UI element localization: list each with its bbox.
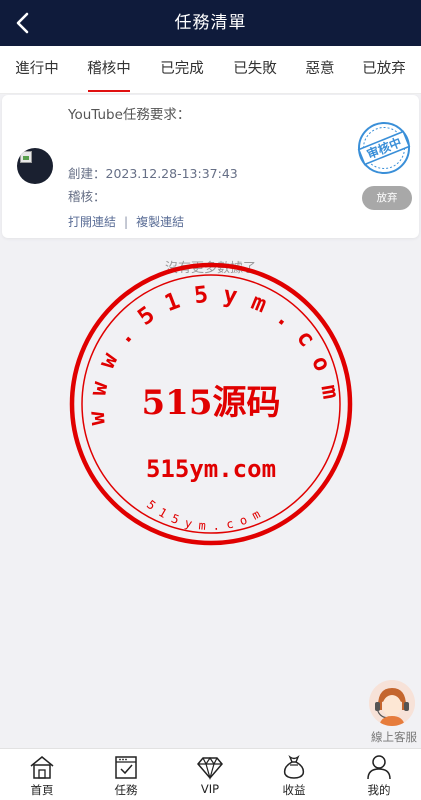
- diamond-icon: [197, 756, 223, 780]
- broken-image-icon: [20, 151, 32, 163]
- tab-failed[interactable]: 已失敗: [220, 46, 290, 93]
- bottom-nav: 首頁 任務 VIP 收益 我的: [0, 748, 421, 800]
- nav-vip[interactable]: VIP: [168, 749, 252, 800]
- abandon-button[interactable]: 放弃: [362, 186, 412, 210]
- copy-link[interactable]: 複製連結: [136, 215, 184, 229]
- tab-under-review[interactable]: 稽核中: [74, 46, 144, 93]
- nav-income-label: 收益: [282, 783, 306, 797]
- tab-malicious[interactable]: 惡意: [285, 46, 355, 93]
- nav-task[interactable]: 任務: [84, 749, 168, 800]
- user-icon: [367, 755, 391, 780]
- watermark-domain-text: 515ym.com: [146, 455, 276, 483]
- task-links: 打開連結 | 複製連結: [68, 213, 184, 230]
- header-bar: 任務清單: [0, 0, 421, 46]
- svg-text:5 1 5 y m . c o m: 5 1 5 y m . c o m: [144, 497, 262, 533]
- avatar: [17, 148, 53, 184]
- nav-mine[interactable]: 我的: [337, 749, 421, 800]
- tab-abandoned[interactable]: 已放弃: [349, 46, 419, 93]
- task-card: YouTube任務要求： 創建：2023.12.28-13:37:43 稽核： …: [2, 95, 419, 238]
- status-tabs: 進行中 稽核中 已完成 已失敗 惡意 已放弃: [0, 46, 421, 94]
- nav-task-label: 任務: [114, 783, 138, 797]
- stamp-text: 审核中: [364, 134, 403, 161]
- open-link[interactable]: 打開連結: [68, 215, 116, 229]
- online-service-label: 線上客服: [371, 730, 417, 744]
- nav-mine-label: 我的: [367, 783, 391, 797]
- customer-service-icon: [369, 680, 415, 726]
- created-time: 創建：2023.12.28-13:37:43: [68, 166, 238, 181]
- watermark-stamp: w w w . 5 1 5 y m . c o m 515源码 515ym.co…: [69, 262, 353, 546]
- online-service-button[interactable]: 線上客服: [364, 680, 420, 746]
- tab-in-progress[interactable]: 進行中: [2, 46, 72, 93]
- under-review-stamp-icon: 审核中: [357, 122, 411, 174]
- home-icon: [30, 756, 54, 779]
- watermark-bottom-text: 5 1 5 y m . c o m: [144, 497, 262, 533]
- money-bag-icon: [283, 754, 305, 779]
- nav-home[interactable]: 首頁: [0, 749, 84, 800]
- task-requirement: YouTube任務要求：: [68, 107, 191, 123]
- watermark-center-text: 515源码: [142, 383, 281, 423]
- tab-completed[interactable]: 已完成: [147, 46, 217, 93]
- nav-home-label: 首頁: [30, 783, 54, 797]
- task-icon: [115, 756, 137, 779]
- audit-label: 稽核：: [68, 189, 106, 204]
- nav-vip-label: VIP: [200, 782, 220, 796]
- page-title: 任務清單: [174, 13, 247, 33]
- link-separator: |: [124, 215, 129, 229]
- nav-income[interactable]: 收益: [252, 749, 336, 800]
